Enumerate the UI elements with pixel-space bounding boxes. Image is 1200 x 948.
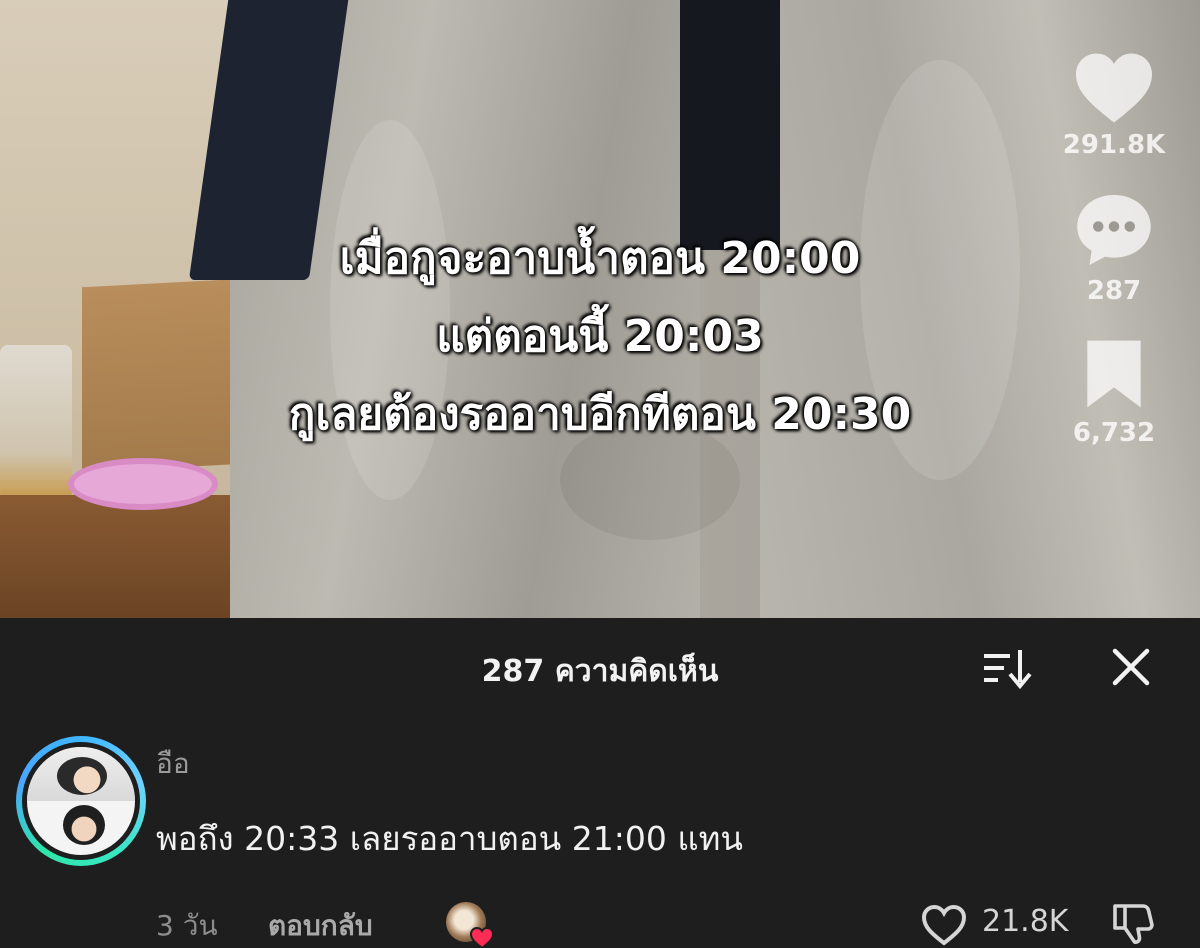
comment-meta-row: 3 วัน ตอบกลับ 21.8K xyxy=(156,892,1196,948)
close-icon xyxy=(1112,648,1150,686)
save-video-button[interactable]: 6,732 xyxy=(1058,334,1170,448)
video-pink-plate xyxy=(68,458,218,510)
close-button[interactable] xyxy=(1106,642,1156,692)
save-count: 6,732 xyxy=(1072,418,1156,448)
thumbs-down-icon xyxy=(1113,904,1154,945)
comment-count: 287 xyxy=(1086,276,1142,306)
video-player[interactable]: เมื่อกูจะอาบน้ำตอน 20:00 แต่ตอนนี้ 20:03… xyxy=(0,0,1200,618)
comment-like-count: 21.8K xyxy=(982,904,1069,939)
video-table xyxy=(0,495,240,618)
sort-button[interactable] xyxy=(978,644,1036,694)
comment-text: พอถึง 20:33 เลยรออาบตอน 21:00 แทน xyxy=(156,819,743,858)
heart-icon xyxy=(1076,53,1152,123)
comments-sheet: 287 ความคิดเห็น อือ พอถึง 20:33 เลยรออาบ… xyxy=(0,618,1200,948)
bookmark-icon xyxy=(1087,340,1141,408)
creator-heart-icon xyxy=(470,926,494,948)
like-count: 291.8K xyxy=(1062,130,1166,160)
comment-item: อือ พอถึง 20:33 เลยรออาบตอน 21:00 แทน 3 … xyxy=(0,736,1200,948)
video-caption: เมื่อกูจะอาบน้ำตอน 20:00 แต่ตอนนี้ 20:03… xyxy=(0,220,1200,454)
comment-username[interactable]: อือ xyxy=(156,742,190,786)
liked-by-creator-badge xyxy=(446,902,494,948)
heart-outline-icon xyxy=(921,904,967,946)
comment-dislike-button[interactable] xyxy=(1108,900,1158,948)
like-video-button[interactable]: 291.8K xyxy=(1058,50,1170,160)
caption-line: เมื่อกูจะอาบน้ำตอน 20:00 xyxy=(339,233,861,284)
comments-video-button[interactable]: 287 xyxy=(1058,188,1170,306)
reply-button[interactable]: ตอบกลับ xyxy=(268,904,373,948)
comment-like-button[interactable] xyxy=(920,902,968,948)
comment-time-ago: 3 วัน xyxy=(156,909,218,942)
sort-icon xyxy=(984,650,1032,690)
comments-header: 287 ความคิดเห็น xyxy=(0,618,1200,714)
caption-line: แต่ตอนนี้ 20:03 xyxy=(436,311,764,362)
avatar-image xyxy=(27,747,135,855)
side-action-bar: 291.8K 287 6,732 xyxy=(1058,50,1170,476)
avatar[interactable] xyxy=(16,736,146,866)
caption-line: กูเลยต้องรออาบอีกทีตอน 20:30 xyxy=(288,389,912,440)
video-dark-gap xyxy=(680,0,780,250)
comment-bubble-icon xyxy=(1077,195,1151,265)
